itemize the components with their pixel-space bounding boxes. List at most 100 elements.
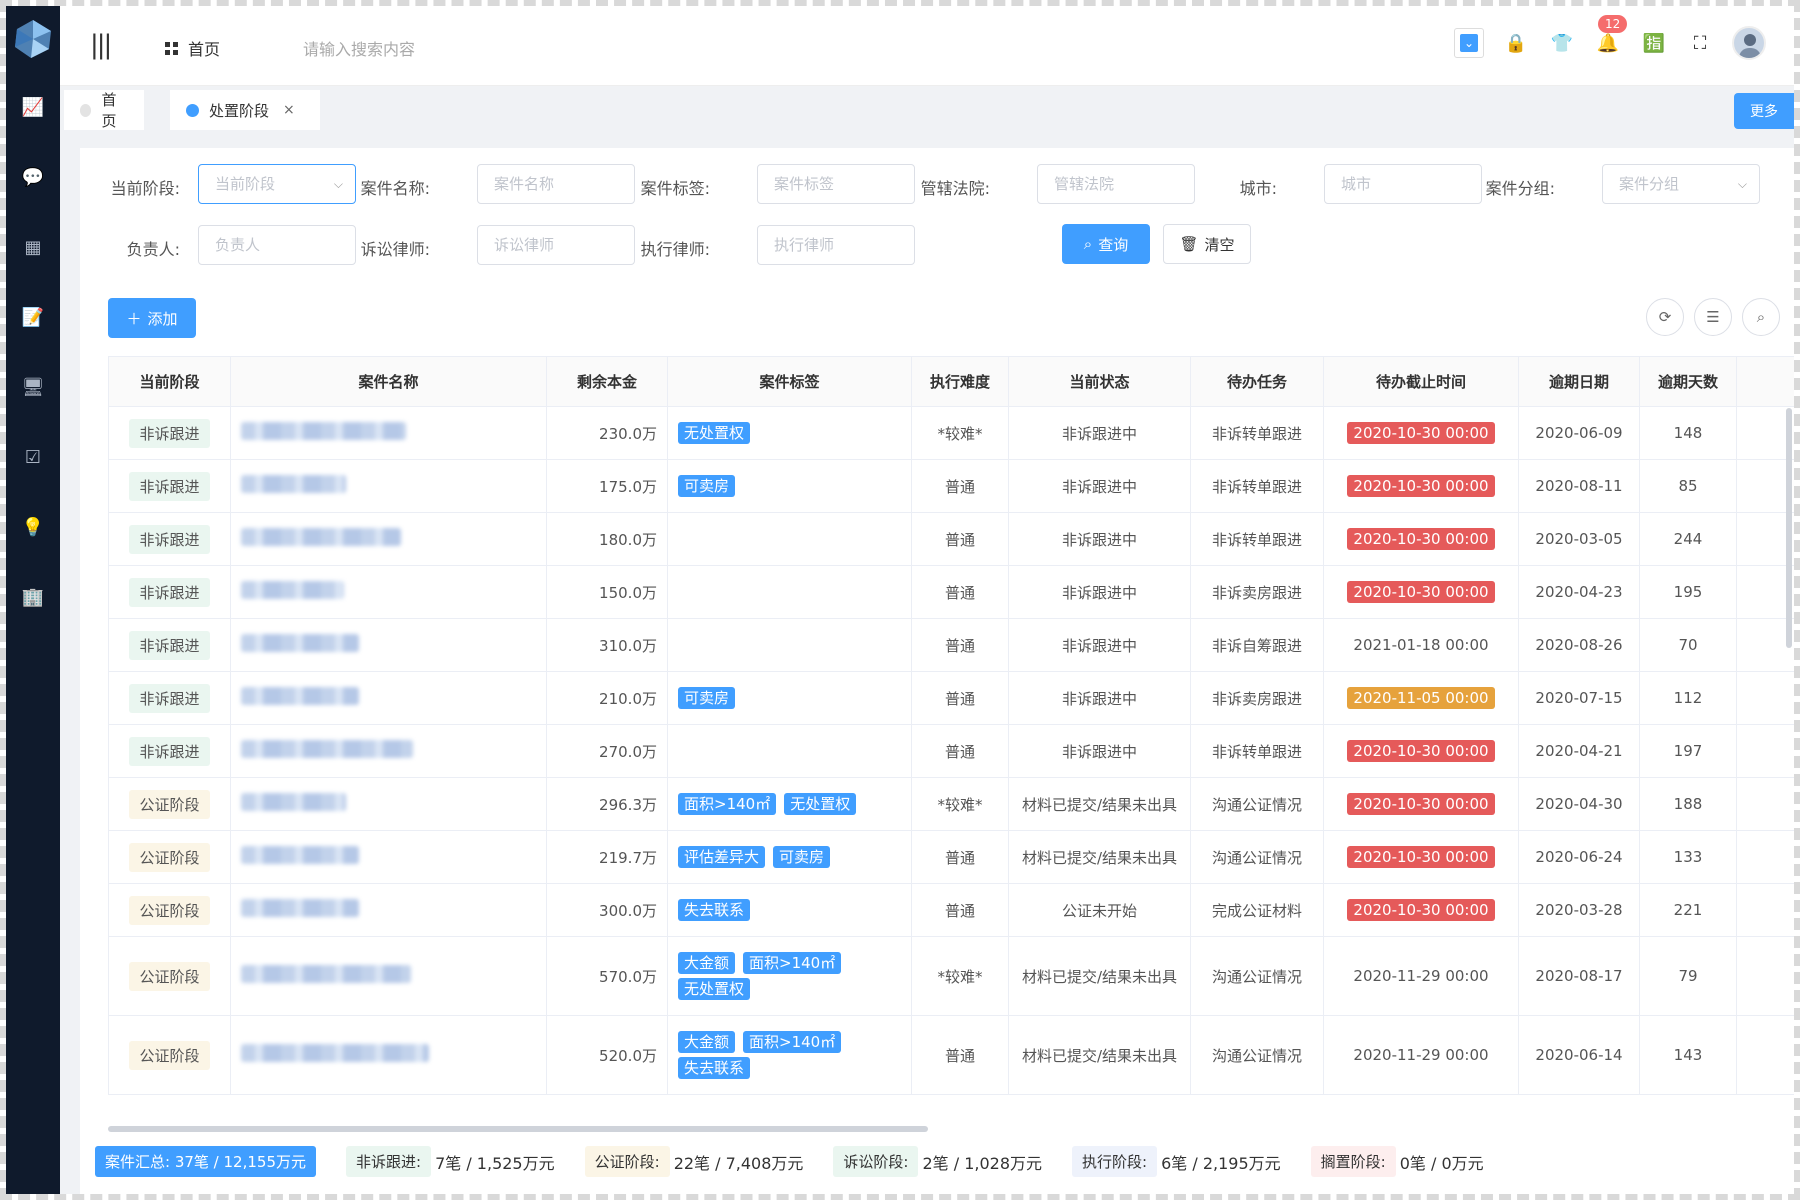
case-name-cell[interactable]: [230, 406, 547, 460]
clear-button[interactable]: 🗑 清空: [1163, 224, 1251, 264]
difficulty-cell: 普通: [911, 512, 1009, 566]
overdue-date-cell: 2020-04-21: [1518, 724, 1640, 778]
case-name-cell[interactable]: [230, 830, 547, 884]
column-header-extra: [1736, 356, 1794, 407]
column-header[interactable]: 待办任务: [1190, 356, 1324, 407]
tab-disposal-stage[interactable]: 处置阶段 ×: [170, 90, 320, 130]
translate-icon[interactable]: 🈯: [1640, 29, 1668, 57]
summary-items: 非诉跟进: 7笔 / 1,525万元 公证阶段: 22笔 / 7,408万元 诉讼阶…: [346, 1146, 1514, 1177]
tab-home[interactable]: 首页: [64, 90, 144, 130]
column-settings-icon[interactable]: ☰: [1694, 298, 1732, 336]
tags-cell: 失去联系: [667, 883, 912, 937]
redacted-case-name[interactable]: [241, 475, 346, 493]
case-name-cell[interactable]: [230, 565, 547, 619]
column-header[interactable]: 剩余本金: [546, 356, 668, 407]
table-row[interactable]: 非诉跟进 175.0万 可卖房 普通 非诉跟进中 非诉转单跟进 2020-10-…: [108, 459, 1794, 513]
home-link[interactable]: 首页: [165, 36, 220, 60]
bell-icon[interactable]: 🔔 12: [1594, 15, 1628, 57]
column-header[interactable]: 逾期天数: [1639, 356, 1737, 407]
lightbulb-icon[interactable]: 💡: [6, 492, 60, 562]
document-edit-icon[interactable]: 📝: [6, 282, 60, 352]
query-button[interactable]: ⌕ 查询: [1062, 224, 1150, 264]
redacted-case-name[interactable]: [241, 581, 344, 599]
case-name-cell[interactable]: [230, 512, 547, 566]
redacted-case-name[interactable]: [241, 1044, 429, 1062]
court-input[interactable]: 管辖法院: [1037, 164, 1195, 204]
overdue-days-cell: 85: [1639, 459, 1737, 513]
monitor-icon[interactable]: 🖥: [6, 352, 60, 422]
tags-cell: 面积>140㎡ 无处置权: [667, 777, 912, 831]
summary-value: 7笔 / 1,525万元: [435, 1153, 555, 1173]
redacted-case-name[interactable]: [241, 422, 406, 440]
table-row[interactable]: 非诉跟进 150.0万 普通 非诉跟进中 非诉卖房跟进 2020-10-30 0…: [108, 565, 1794, 619]
shirt-icon[interactable]: 👕: [1548, 29, 1576, 57]
due-time-badge: 2020-10-30 00:00: [1347, 422, 1495, 444]
horizontal-scrollbar[interactable]: [108, 1126, 928, 1132]
overdue-days-cell: 112: [1639, 671, 1737, 725]
table-row[interactable]: 非诉跟进 270.0万 普通 非诉跟进中 非诉转单跟进 2020-10-30 0…: [108, 724, 1794, 778]
case-name-cell[interactable]: [230, 1015, 547, 1095]
checklist-icon[interactable]: ☑: [6, 422, 60, 492]
table-row[interactable]: 公证阶段 296.3万 面积>140㎡ 无处置权 *较难* 材料已提交/结果未出具…: [108, 777, 1794, 831]
tab-label: 处置阶段: [209, 101, 270, 120]
overdue-days-cell: 79: [1639, 936, 1737, 1016]
case-name-cell[interactable]: [230, 671, 547, 725]
table-row[interactable]: 公证阶段 520.0万 大金额 面积>140㎡失去联系 普通 材料已提交/结果未出…: [108, 1015, 1794, 1095]
redacted-case-name[interactable]: [241, 528, 401, 546]
overdue-date-cell: 2020-04-30: [1518, 777, 1640, 831]
redacted-case-name[interactable]: [241, 634, 359, 652]
table-row[interactable]: 非诉跟进 230.0万 无处置权 *较难* 非诉跟进中 非诉转单跟进 2020-…: [108, 406, 1794, 460]
case-name-cell[interactable]: [230, 618, 547, 672]
column-header[interactable]: 逾期日期: [1518, 356, 1640, 407]
search-input[interactable]: 请输入搜索内容: [303, 36, 415, 60]
table-row[interactable]: 非诉跟进 180.0万 普通 非诉跟进中 非诉转单跟进 2020-10-30 0…: [108, 512, 1794, 566]
stage-badge: 非诉跟进: [129, 630, 210, 660]
more-button[interactable]: 更多: [1734, 93, 1794, 129]
case-name-cell[interactable]: [230, 459, 547, 513]
case-name-cell[interactable]: [230, 724, 547, 778]
difficulty-cell: 普通: [911, 671, 1009, 725]
case-name-cell[interactable]: [230, 883, 547, 937]
redacted-case-name[interactable]: [241, 965, 411, 983]
column-header[interactable]: 当前阶段: [108, 356, 231, 407]
layout-select-icon[interactable]: ⌄: [1454, 28, 1484, 58]
table-row[interactable]: 公证阶段 219.7万 评估差异大 可卖房 普通 材料已提交/结果未出具 沟通公证…: [108, 830, 1794, 884]
chart-line-icon[interactable]: 📈: [6, 72, 60, 142]
lock-icon[interactable]: 🔒: [1502, 29, 1530, 57]
search-toggle-icon[interactable]: ⌕: [1742, 298, 1780, 336]
fullscreen-icon[interactable]: ⛶: [1686, 29, 1714, 57]
table-row[interactable]: 公证阶段 570.0万 大金额 面积>140㎡无处置权 *较难* 材料已提交/结果…: [108, 936, 1794, 1016]
layout-grid-icon[interactable]: ▦: [6, 212, 60, 282]
close-icon[interactable]: ×: [283, 102, 295, 118]
avatar[interactable]: [1732, 26, 1766, 60]
column-header[interactable]: 当前状态: [1008, 356, 1191, 407]
column-header[interactable]: 案件标签: [667, 356, 912, 407]
redacted-case-name[interactable]: [241, 899, 359, 917]
due-cell: 2020-10-30 00:00: [1323, 406, 1519, 460]
column-header[interactable]: 待办截止时间: [1323, 356, 1519, 407]
refresh-icon[interactable]: ⟳: [1646, 298, 1684, 336]
table-row[interactable]: 非诉跟进 210.0万 可卖房 普通 非诉跟进中 非诉卖房跟进 2020-11-…: [108, 671, 1794, 725]
case-name-cell[interactable]: [230, 777, 547, 831]
table-row[interactable]: 公证阶段 300.0万 失去联系 普通 公证未开始 完成公证材料 2020-10…: [108, 883, 1794, 937]
redacted-case-name[interactable]: [241, 687, 359, 705]
menu-toggle-icon[interactable]: |||: [90, 30, 112, 60]
building-icon[interactable]: 🏢: [6, 562, 60, 632]
vertical-scrollbar[interactable]: [1786, 408, 1792, 648]
table-row[interactable]: 非诉跟进 310.0万 普通 非诉跟进中 非诉自筹跟进 2021-01-18 0…: [108, 618, 1794, 672]
exec-lawyer-input[interactable]: 执行律师: [757, 225, 915, 265]
chat-icon[interactable]: 💬: [6, 142, 60, 212]
case-group-select[interactable]: 案件分组 ⌵: [1602, 164, 1760, 204]
column-header[interactable]: 执行难度: [911, 356, 1009, 407]
redacted-case-name[interactable]: [241, 846, 359, 864]
column-header[interactable]: 案件名称: [230, 356, 547, 407]
summary-label: 执行阶段:: [1072, 1146, 1158, 1177]
add-button[interactable]: ＋ 添加: [108, 298, 196, 338]
extra-cell: [1736, 830, 1794, 884]
redacted-case-name[interactable]: [241, 793, 346, 811]
task-cell: 非诉转单跟进: [1190, 459, 1324, 513]
case-tag-badge: 失去联系: [678, 1057, 751, 1079]
redacted-case-name[interactable]: [241, 740, 413, 758]
task-cell: 沟通公证情况: [1190, 777, 1324, 831]
case-name-cell[interactable]: [230, 936, 547, 1016]
